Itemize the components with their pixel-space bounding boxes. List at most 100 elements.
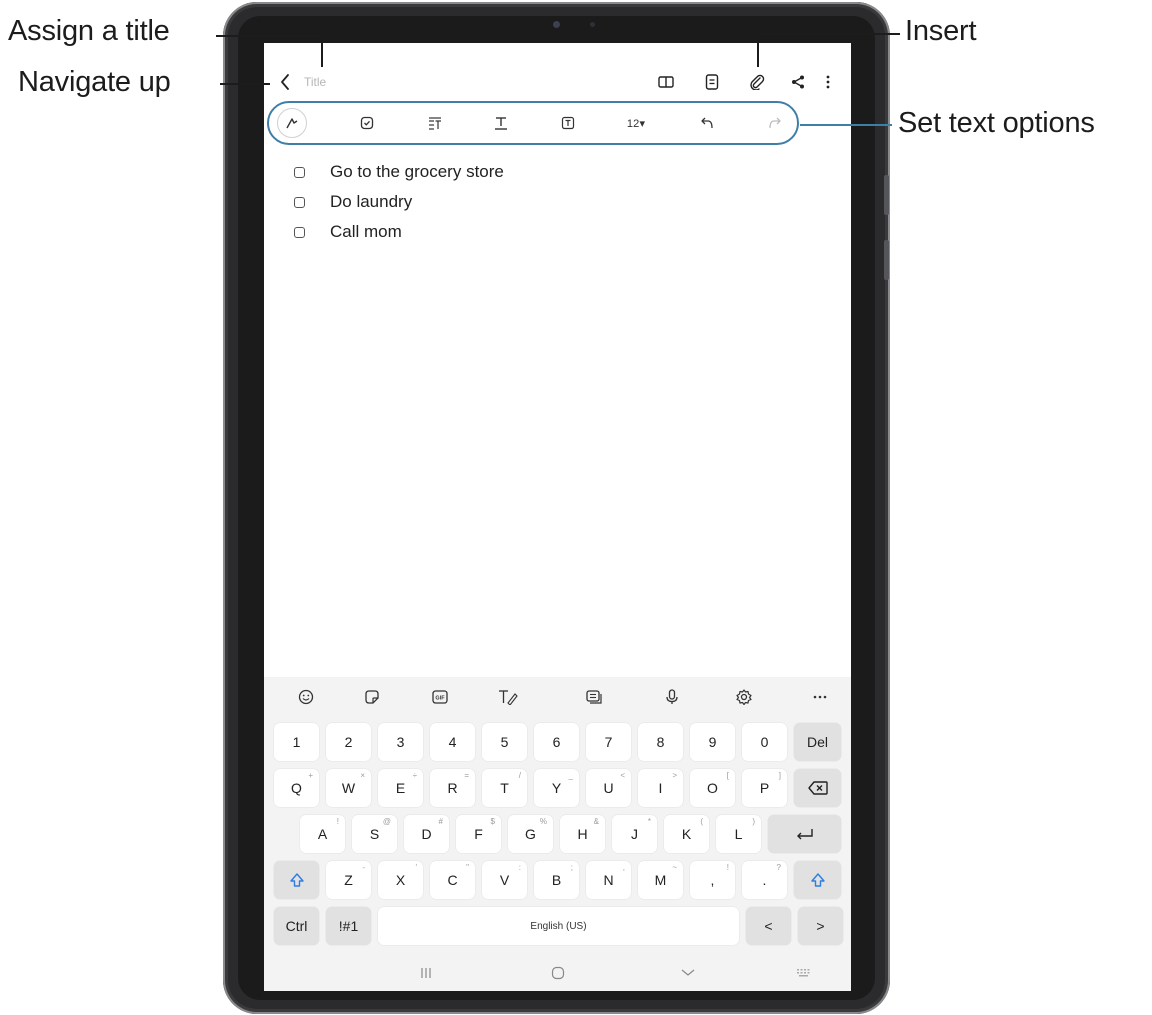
- checklist-item[interactable]: Do laundry: [294, 187, 504, 217]
- key-k[interactable]: K(: [664, 815, 709, 853]
- key-hint: ': [415, 863, 417, 872]
- recent-apps-button[interactable]: [414, 963, 438, 983]
- key-1[interactable]: 1: [274, 723, 319, 761]
- more-options-button[interactable]: [816, 70, 840, 94]
- share-button[interactable]: [786, 70, 810, 94]
- key-9[interactable]: 9: [690, 723, 735, 761]
- shift-key-right[interactable]: [794, 861, 841, 899]
- text-options-toolbar: 12▾: [267, 101, 799, 145]
- home-button[interactable]: [546, 963, 570, 983]
- shift-key-left[interactable]: [274, 861, 319, 899]
- key-w[interactable]: W ×: [326, 769, 371, 807]
- text-box-button[interactable]: [556, 112, 580, 134]
- key-v[interactable]: V:: [482, 861, 527, 899]
- note-checklist: Go to the grocery store Do laundry Call …: [294, 157, 504, 247]
- keyboard-settings-button[interactable]: [732, 685, 756, 709]
- key-z[interactable]: Z-: [326, 861, 371, 899]
- symbols-key[interactable]: !#1: [326, 907, 371, 945]
- font-size-selector[interactable]: 12▾: [621, 112, 651, 134]
- key-comma[interactable]: ,!: [690, 861, 735, 899]
- checklist-item-text[interactable]: Call mom: [330, 222, 402, 242]
- key-delete[interactable]: Del: [794, 723, 841, 761]
- key-e[interactable]: E ÷: [378, 769, 423, 807]
- undo-button[interactable]: [695, 112, 719, 134]
- voice-input-button[interactable]: [660, 685, 684, 709]
- callout-insert: Insert: [905, 15, 977, 47]
- key-8[interactable]: 8: [638, 723, 683, 761]
- key-l[interactable]: L): [716, 815, 761, 853]
- checkbox[interactable]: [294, 166, 305, 178]
- key-n[interactable]: N,: [586, 861, 631, 899]
- keyboard-switch-button[interactable]: [792, 963, 816, 983]
- key-5[interactable]: 5: [482, 723, 527, 761]
- book-icon: [658, 76, 674, 88]
- cursor-left-key[interactable]: <: [746, 907, 791, 945]
- key-o[interactable]: O[: [690, 769, 735, 807]
- clipboard-button[interactable]: [582, 685, 606, 709]
- key-hint: ]: [778, 771, 781, 780]
- key-7[interactable]: 7: [586, 723, 631, 761]
- key-hint: *: [647, 817, 651, 826]
- gif-icon: GIF: [432, 690, 448, 704]
- checklist-item[interactable]: Go to the grocery store: [294, 157, 504, 187]
- hide-keyboard-button[interactable]: [676, 963, 700, 983]
- key-j[interactable]: J *: [612, 815, 657, 853]
- redo-button[interactable]: [763, 112, 787, 134]
- key-4[interactable]: 4: [430, 723, 475, 761]
- leader-line-navigate-up: [220, 83, 270, 85]
- sticker-button[interactable]: [360, 685, 384, 709]
- key-hint: &: [593, 817, 599, 826]
- navigate-up-button[interactable]: [274, 71, 296, 93]
- enter-key[interactable]: [768, 815, 841, 853]
- key-r[interactable]: R =: [430, 769, 475, 807]
- key-2[interactable]: 2: [326, 723, 371, 761]
- checklist-item[interactable]: Call mom: [294, 217, 504, 247]
- checkbox[interactable]: [294, 226, 305, 238]
- ctrl-key[interactable]: Ctrl: [274, 907, 319, 945]
- handwriting-button[interactable]: [496, 685, 520, 709]
- backspace-key[interactable]: [794, 769, 841, 807]
- key-p[interactable]: P]: [742, 769, 787, 807]
- key-hint: _: [568, 771, 573, 780]
- key-period[interactable]: .?: [742, 861, 787, 899]
- key-b[interactable]: B;: [534, 861, 579, 899]
- key-h[interactable]: H &: [560, 815, 605, 853]
- checklist-item-text[interactable]: Do laundry: [330, 192, 412, 212]
- front-camera: [553, 21, 560, 28]
- key-d[interactable]: D #: [404, 815, 449, 853]
- proximity-sensor: [590, 22, 595, 27]
- cursor-right-key[interactable]: >: [798, 907, 843, 945]
- key-q[interactable]: Q +: [274, 769, 319, 807]
- text-style-button[interactable]: [489, 112, 513, 134]
- title-input[interactable]: [304, 72, 604, 92]
- pen-mode-button[interactable]: [277, 108, 307, 138]
- key-x[interactable]: X ': [378, 861, 423, 899]
- key-c[interactable]: C ": [430, 861, 475, 899]
- key-a[interactable]: A!: [300, 815, 345, 853]
- emoji-button[interactable]: [294, 685, 318, 709]
- key-u[interactable]: U <: [586, 769, 631, 807]
- key-label: S: [369, 826, 380, 842]
- key-i[interactable]: I >: [638, 769, 683, 807]
- paragraph-style-button[interactable]: [423, 112, 447, 134]
- gif-button[interactable]: GIF: [428, 685, 452, 709]
- insert-button[interactable]: [745, 70, 769, 94]
- space-bar[interactable]: English (US): [378, 907, 739, 945]
- checkbox[interactable]: [294, 196, 305, 208]
- space-bar-label: English (US): [530, 920, 587, 932]
- reading-mode-button[interactable]: [654, 70, 678, 94]
- checklist-item-text[interactable]: Go to the grocery store: [330, 162, 504, 182]
- key-m[interactable]: M ~: [638, 861, 683, 899]
- key-6[interactable]: 6: [534, 723, 579, 761]
- key-t[interactable]: T /: [482, 769, 527, 807]
- key-y[interactable]: Y _: [534, 769, 579, 807]
- key-3[interactable]: 3: [378, 723, 423, 761]
- key-f[interactable]: F $: [456, 815, 501, 853]
- page-view-button[interactable]: [700, 70, 724, 94]
- key-s[interactable]: S @: [352, 815, 397, 853]
- app-bar: [264, 67, 851, 97]
- keyboard-more-button[interactable]: [808, 685, 832, 709]
- key-0[interactable]: 0: [742, 723, 787, 761]
- checkbox-button[interactable]: [355, 112, 379, 134]
- key-g[interactable]: G%: [508, 815, 553, 853]
